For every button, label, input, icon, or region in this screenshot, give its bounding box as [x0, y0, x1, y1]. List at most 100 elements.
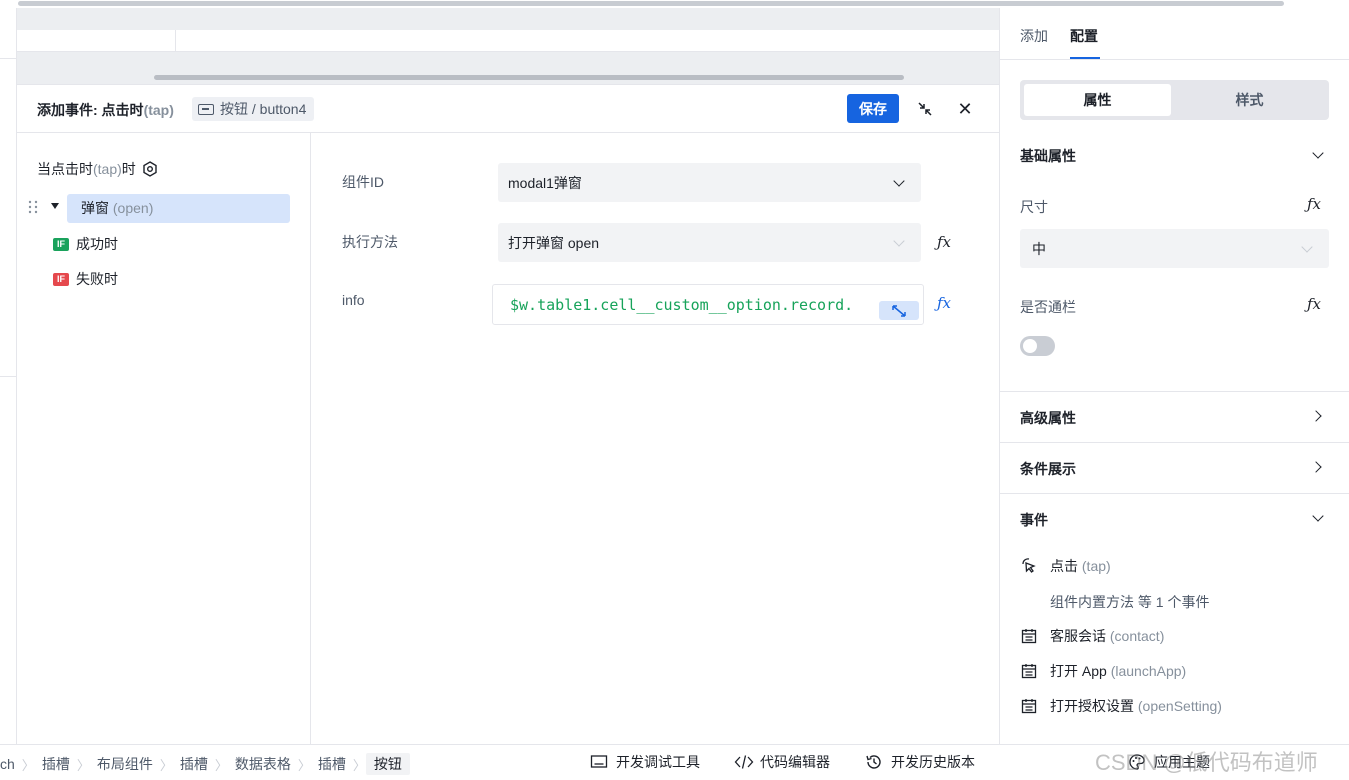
drag-handle-icon[interactable]: [28, 199, 38, 215]
breadcrumb-item[interactable]: 布局组件: [90, 754, 160, 774]
breadcrumb-separator-icon: 〉: [352, 757, 366, 773]
tab-add[interactable]: 添加: [1020, 26, 1048, 46]
component-ref-chip[interactable]: 按钮 / button4: [192, 97, 315, 121]
fail-label: 失败时: [76, 271, 118, 287]
event-key: (contact): [1109, 628, 1165, 644]
event-item-opensetting[interactable]: 打开授权设置 (openSetting): [1020, 696, 1222, 716]
info-expression-value: $w.table1.cell__custom__option.record.: [510, 295, 854, 314]
chevron-right-icon[interactable]: [1310, 461, 1322, 473]
component-ref-label: 按钮 / button4: [220, 101, 307, 117]
trigger-node: 当点击时(tap)时: [37, 159, 158, 179]
trigger-suffix: 时: [121, 161, 136, 177]
size-value: 中: [1032, 240, 1046, 257]
breadcrumb-separator-icon: 〉: [297, 757, 311, 773]
component-id-select[interactable]: modal1弹窗: [498, 163, 921, 202]
fx-icon[interactable]: ƒx: [937, 233, 957, 253]
breadcrumb-item[interactable]: 插槽: [311, 754, 353, 774]
top-scrollbar[interactable]: [18, 1, 1284, 6]
breadcrumb-item[interactable]: 数据表格: [228, 754, 298, 774]
monitor-icon: [590, 753, 608, 771]
events-title[interactable]: 事件: [1020, 510, 1048, 530]
event-item-tap[interactable]: 点击 (tap): [1020, 556, 1111, 576]
segment-style[interactable]: 样式: [1174, 84, 1325, 116]
watermark: CSDN @低代码布道师: [1095, 750, 1318, 775]
event-editor-panel: 添加事件: 点击时(tap) 按钮 / button4 保存 ✕ 当点击时(ta…: [17, 84, 999, 745]
fail-branch[interactable]: IF 失败时: [53, 269, 118, 289]
divider: [0, 376, 16, 377]
history-label: 开发历史版本: [891, 754, 975, 770]
if-badge-success: IF: [53, 237, 69, 251]
fx-icon[interactable]: ƒx: [1307, 295, 1327, 315]
method-label: 执行方法: [342, 234, 398, 250]
basic-props-title[interactable]: 基础属性: [1020, 146, 1076, 166]
tab-config[interactable]: 配置: [1070, 26, 1098, 46]
devtools-button[interactable]: 开发调试工具: [590, 752, 700, 772]
action-node-open-modal[interactable]: 弹窗 (open): [67, 194, 290, 223]
fx-icon[interactable]: ƒx: [937, 294, 957, 314]
size-select[interactable]: 中: [1020, 229, 1329, 268]
info-expression-input[interactable]: $w.table1.cell__custom__option.record.: [492, 284, 924, 325]
chevron-down-icon: [1301, 241, 1313, 253]
settings-hex-icon[interactable]: [142, 161, 158, 177]
trigger-label: 当点击时: [37, 161, 93, 177]
advanced-props-title[interactable]: 高级属性: [1020, 408, 1076, 428]
calendar-icon: [1020, 697, 1038, 715]
component-id-label: 组件ID: [342, 174, 384, 190]
props-style-segmented: 属性 样式: [1020, 80, 1329, 120]
block-toggle[interactable]: [1020, 336, 1055, 356]
chevron-down-icon[interactable]: [1312, 510, 1324, 522]
breadcrumb-item-current[interactable]: 按钮: [365, 753, 410, 775]
divider: [1000, 442, 1349, 443]
action-tree: 当点击时(tap)时 弹窗 (open) IF 成功时 IF 失败时: [17, 133, 311, 745]
code-editor-label: 代码编辑器: [760, 754, 830, 770]
breadcrumb-separator-icon: 〉: [21, 757, 35, 773]
event-editor-title-event: (tap): [143, 102, 174, 118]
breadcrumb-separator-icon: 〉: [76, 757, 90, 773]
code-icon: [734, 753, 754, 771]
chevron-right-icon[interactable]: [1310, 410, 1322, 422]
divider: [175, 30, 176, 52]
save-button[interactable]: 保存: [847, 94, 899, 123]
success-branch[interactable]: IF 成功时: [53, 234, 118, 254]
history-button[interactable]: 开发历史版本: [865, 752, 975, 772]
expand-editor-button[interactable]: [879, 301, 919, 320]
breadcrumb-item[interactable]: 插槽: [35, 754, 77, 774]
collapse-icon[interactable]: [915, 99, 935, 119]
tap-event-summary: 组件内置方法 等 1 个事件: [1050, 594, 1210, 610]
event-label: 打开 App: [1050, 663, 1107, 679]
close-icon[interactable]: ✕: [955, 99, 975, 119]
event-key: (openSetting): [1137, 698, 1222, 714]
config-panel: 添加 配置 属性 样式 基础属性 尺寸 ƒx 中 是否通栏 ƒx 高级属性 条件…: [999, 8, 1349, 744]
breadcrumb: ch 〉 插槽 〉 布局组件 〉 插槽 〉 数据表格 〉 插槽 〉 按钮: [0, 753, 410, 775]
action-config-form: 组件ID modal1弹窗 执行方法 打开弹窗 open ƒx info $w.…: [312, 133, 999, 745]
condition-title[interactable]: 条件展示: [1020, 459, 1076, 479]
success-label: 成功时: [76, 236, 118, 252]
calendar-icon: [1020, 627, 1038, 645]
canvas-horizontal-scrollbar[interactable]: [154, 75, 904, 80]
breadcrumb-item[interactable]: 插槽: [173, 754, 215, 774]
method-select[interactable]: 打开弹窗 open: [498, 223, 921, 262]
history-icon: [865, 753, 883, 771]
block-label: 是否通栏: [1020, 299, 1076, 315]
calendar-icon: [1020, 662, 1038, 680]
event-label: 客服会话: [1050, 628, 1106, 644]
divider: [1000, 493, 1349, 494]
fx-icon[interactable]: ƒx: [1307, 195, 1327, 215]
event-key: (launchApp): [1110, 663, 1187, 679]
event-editor-header: 添加事件: 点击时(tap) 按钮 / button4 保存 ✕: [17, 85, 999, 133]
event-editor-title: 添加事件: 点击时(tap): [37, 100, 174, 120]
segment-props[interactable]: 属性: [1024, 84, 1171, 116]
size-label: 尺寸: [1020, 199, 1048, 215]
event-key: (tap): [1081, 558, 1111, 574]
bottom-toolbar: ch 〉 插槽 〉 布局组件 〉 插槽 〉 数据表格 〉 插槽 〉 按钮 开发调…: [0, 744, 1349, 780]
event-item-contact[interactable]: 客服会话 (contact): [1020, 626, 1164, 646]
chevron-down-icon[interactable]: [1312, 147, 1324, 159]
caret-down-icon[interactable]: [51, 203, 59, 209]
code-editor-button[interactable]: 代码编辑器: [734, 752, 830, 772]
breadcrumb-item[interactable]: ch: [0, 756, 22, 772]
divider: [1000, 391, 1349, 392]
event-item-launchapp[interactable]: 打开 App (launchApp): [1020, 661, 1186, 681]
event-label: 点击: [1050, 558, 1078, 574]
method-value: 打开弹窗 open: [508, 234, 600, 251]
breadcrumb-separator-icon: 〉: [159, 757, 173, 773]
